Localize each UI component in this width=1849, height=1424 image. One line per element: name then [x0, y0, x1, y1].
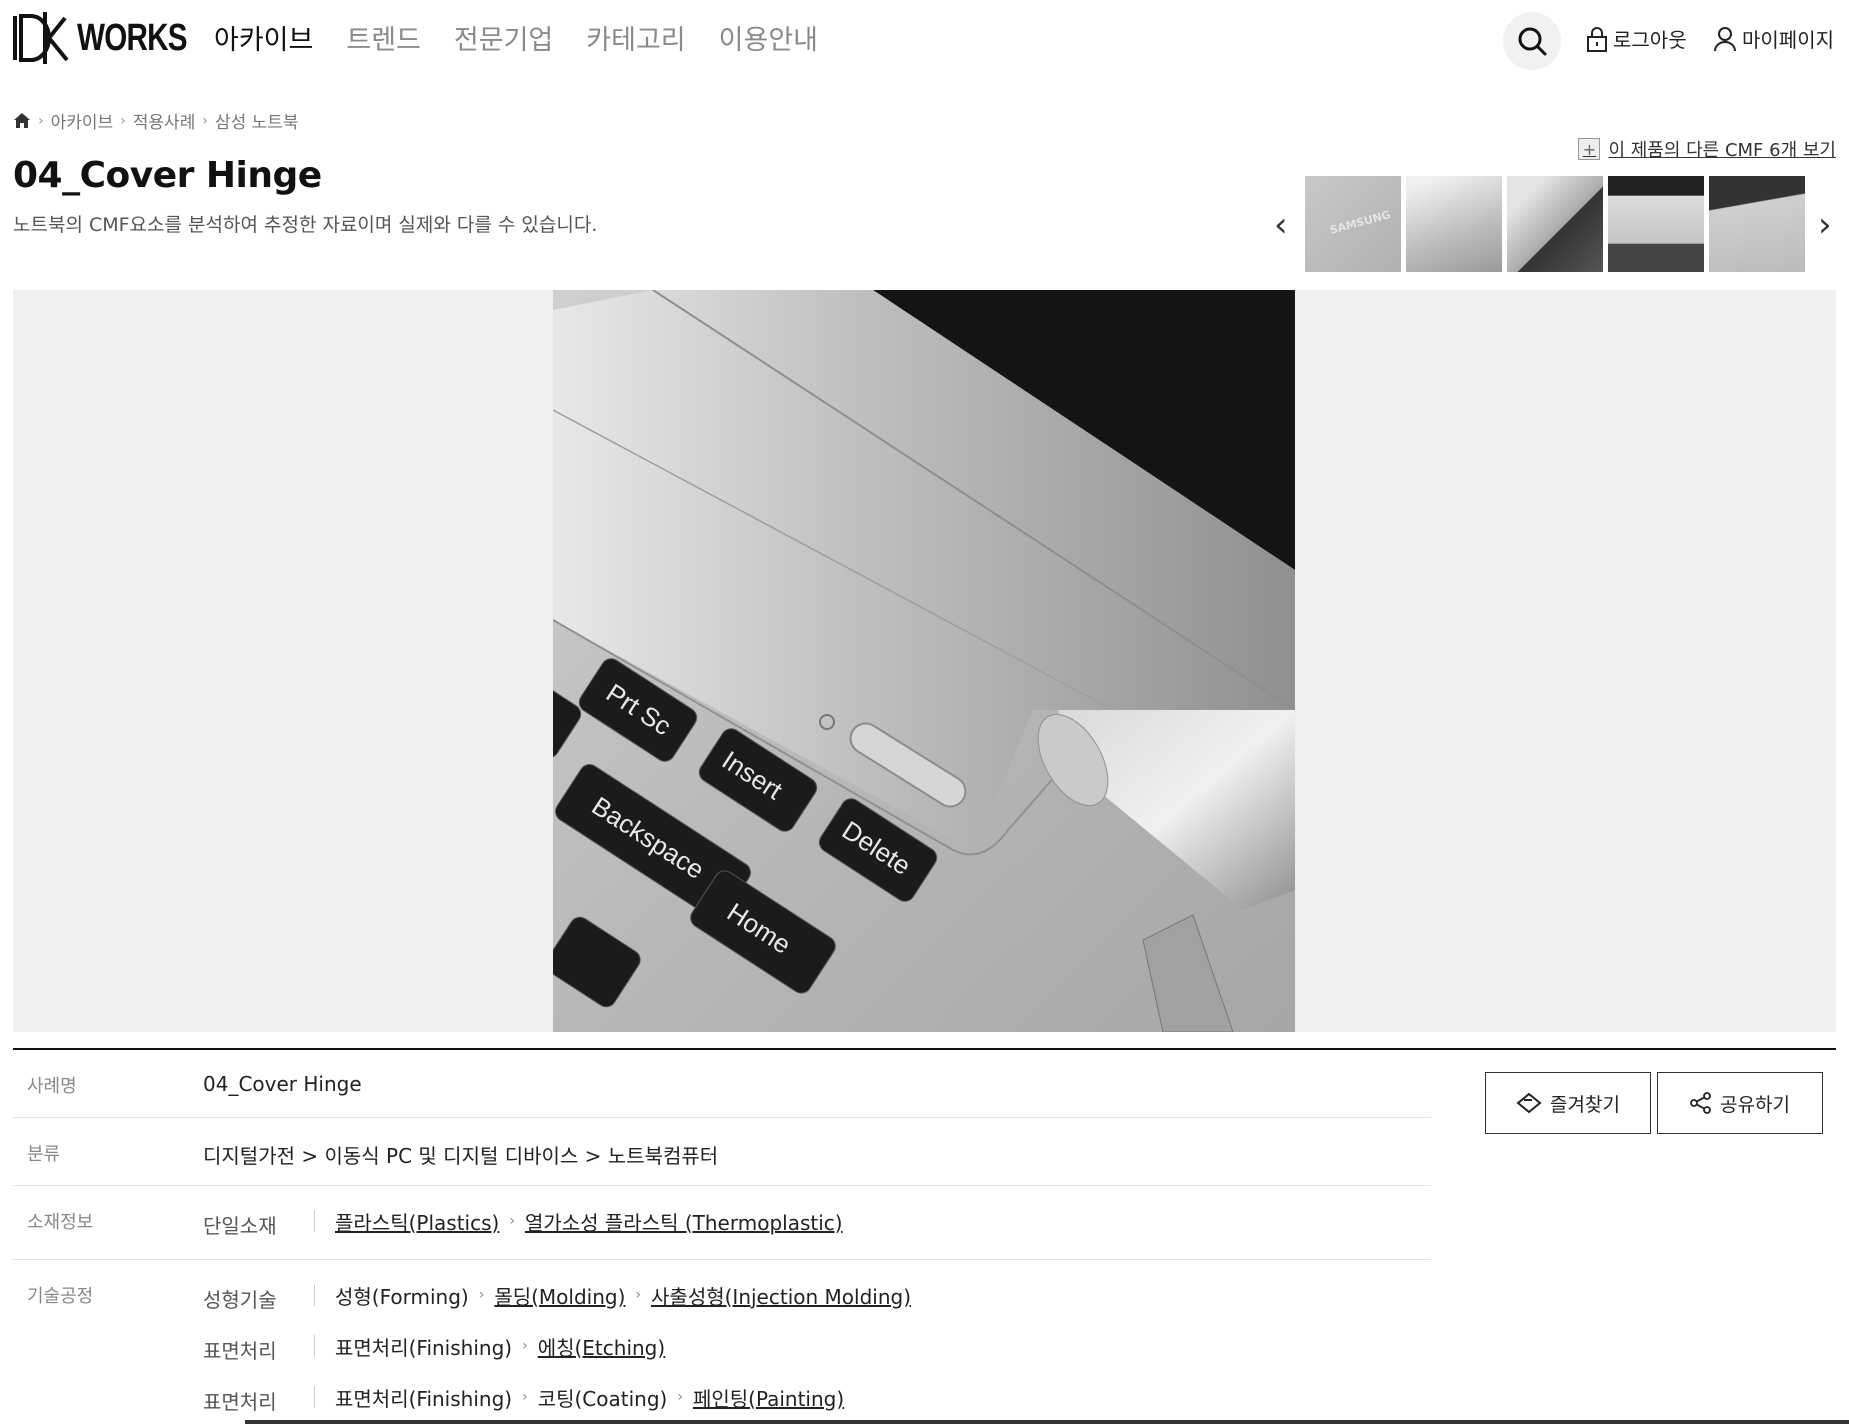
case-name-value: 04_Cover Hinge	[203, 1072, 362, 1096]
mypage-button[interactable]: 마이페이지	[1713, 24, 1834, 53]
user-icon	[1714, 26, 1736, 51]
process-link-molding[interactable]: 몰딩(Molding)	[494, 1281, 625, 1310]
share-label: 공유하기	[1720, 1093, 1790, 1116]
breadcrumb-separator: ›	[120, 112, 126, 129]
material-label: 소재정보	[27, 1212, 94, 1233]
nav-category[interactable]: 카테고리	[586, 18, 685, 64]
process-step: 표면처리(Finishing)	[335, 1335, 513, 1360]
dk-logo-icon	[13, 12, 69, 64]
info-row-material: 소재정보 단일소재 플라스틱(Plastics) › 열가소성 플라스틱 (Th…	[13, 1186, 1431, 1260]
process-step: 코팅(Coating)	[537, 1386, 668, 1411]
category-label: 분류	[27, 1144, 61, 1165]
logo-text: WORKS	[77, 16, 187, 59]
info-row-category: 분류 디지털가전 > 이동식 PC 및 디지털 디바이스 > 노트북컴퓨터	[13, 1118, 1431, 1186]
info-row-process: 기술공정 성형기술 성형(Forming) › 몰딩(Molding) › 사출…	[13, 1260, 1431, 1424]
process-path-1: 성형(Forming) › 몰딩(Molding) › 사출성형(Injecti…	[314, 1284, 911, 1309]
process-link-injection-molding[interactable]: 사출성형(Injection Molding)	[651, 1281, 911, 1310]
breadcrumb-separator: ›	[202, 112, 208, 129]
thumbnail-prev-button[interactable]: ‹	[1274, 205, 1288, 245]
bookmark-diamond-icon	[1516, 1092, 1542, 1114]
laptop-hinge-photo: Prt Sc Insert Delete Backspace Home	[553, 290, 1295, 1032]
process-sub-label: 표면처리	[203, 1339, 277, 1363]
thumbnail-brand-text: SAMSUNG	[1328, 208, 1393, 237]
thumbnail-strip: SAMSUNG	[1305, 176, 1805, 272]
breadcrumb-item-cases[interactable]: 적용사례	[133, 108, 196, 133]
breadcrumb-item-product[interactable]: 삼성 노트북	[215, 108, 299, 133]
case-name-label: 사례명	[27, 1076, 77, 1097]
chevron-right-icon: ›	[677, 1389, 683, 1405]
chevron-right-icon: ›	[522, 1338, 528, 1354]
nav-archive[interactable]: 아카이브	[214, 18, 313, 64]
process-link-etching[interactable]: 에칭(Etching)	[538, 1332, 665, 1361]
breadcrumb-item-archive[interactable]: 아카이브	[51, 108, 114, 133]
breadcrumb-separator: ›	[38, 112, 44, 129]
chevron-right-icon: ›	[635, 1287, 642, 1303]
process-step: 성형(Forming)	[335, 1284, 469, 1309]
favorite-label: 즐겨찾기	[1550, 1093, 1620, 1116]
favorite-button[interactable]: 즐겨찾기	[1485, 1072, 1651, 1134]
share-button[interactable]: 공유하기	[1657, 1072, 1823, 1134]
logout-button[interactable]: 로그아웃	[1586, 24, 1687, 53]
process-label: 기술공정	[27, 1286, 94, 1307]
process-sub-label: 표면처리	[203, 1390, 277, 1414]
logo[interactable]: WORKS	[13, 12, 218, 64]
chevron-right-icon: ›	[522, 1389, 528, 1405]
chevron-right-icon: ›	[478, 1287, 485, 1303]
breadcrumb: › 아카이브 › 적용사례 › 삼성 노트북	[13, 108, 299, 133]
process-link-painting[interactable]: 페인팅(Painting)	[693, 1383, 844, 1412]
image-viewer: Prt Sc Insert Delete Backspace Home	[13, 290, 1836, 1032]
thumbnail-5[interactable]	[1709, 176, 1805, 272]
main-nav: 아카이브 트렌드 전문기업 카테고리 이용안내	[214, 18, 851, 64]
logout-label: 로그아웃	[1613, 28, 1687, 52]
other-cmf-link[interactable]: + 이 제품의 다른 CMF 6개 보기	[1578, 136, 1836, 162]
header: WORKS 아카이브 트렌드 전문기업 카테고리 이용안내 로그아웃 마이페이지	[0, 0, 1849, 84]
category-value: 디지털가전 > 이동식 PC 및 디지털 디바이스 > 노트북컴퓨터	[203, 1144, 719, 1168]
nav-trend[interactable]: 트렌드	[346, 18, 421, 64]
material-link-thermoplastic[interactable]: 열가소성 플라스틱 (Thermoplastic)	[525, 1207, 843, 1236]
other-cmf-label: 이 제품의 다른 CMF 6개 보기	[1608, 140, 1836, 161]
mypage-label: 마이페이지	[1742, 28, 1834, 52]
page-title: 04_Cover Hinge	[13, 155, 322, 196]
nav-guide[interactable]: 이용안내	[719, 18, 818, 64]
search-icon	[1518, 27, 1547, 56]
scrollbar-track[interactable]	[245, 1420, 1849, 1424]
material-path: 플라스틱(Plastics) › 열가소성 플라스틱 (Thermoplasti…	[314, 1210, 843, 1235]
thumbnail-2[interactable]	[1406, 176, 1502, 272]
material-sub-label: 단일소재	[203, 1214, 277, 1238]
share-icon	[1690, 1092, 1711, 1114]
info-row-case-name: 사례명 04_Cover Hinge	[13, 1050, 1431, 1118]
nav-experts[interactable]: 전문기업	[454, 18, 553, 64]
page-description: 노트북의 CMF요소를 분석하여 추정한 자료이며 실제와 다를 수 있습니다.	[13, 214, 598, 236]
lock-icon	[1587, 26, 1607, 52]
process-sub-label: 성형기술	[203, 1288, 277, 1312]
material-link-plastics[interactable]: 플라스틱(Plastics)	[335, 1207, 499, 1236]
process-step: 표면처리(Finishing)	[335, 1386, 513, 1411]
thumbnail-1[interactable]: SAMSUNG	[1305, 176, 1401, 272]
thumbnail-4[interactable]	[1608, 176, 1704, 272]
thumbnail-next-button[interactable]: ›	[1818, 205, 1832, 245]
process-path-3: 표면처리(Finishing) › 코팅(Coating) › 페인팅(Pain…	[314, 1386, 844, 1411]
home-icon[interactable]	[13, 112, 31, 129]
product-photo: Prt Sc Insert Delete Backspace Home	[553, 290, 1295, 1032]
process-path-2: 표면처리(Finishing) › 에칭(Etching)	[314, 1335, 665, 1360]
search-button[interactable]	[1503, 12, 1561, 70]
chevron-right-icon: ›	[509, 1213, 515, 1229]
thumbnail-3-active[interactable]	[1507, 176, 1603, 272]
plus-icon: +	[1578, 138, 1601, 160]
